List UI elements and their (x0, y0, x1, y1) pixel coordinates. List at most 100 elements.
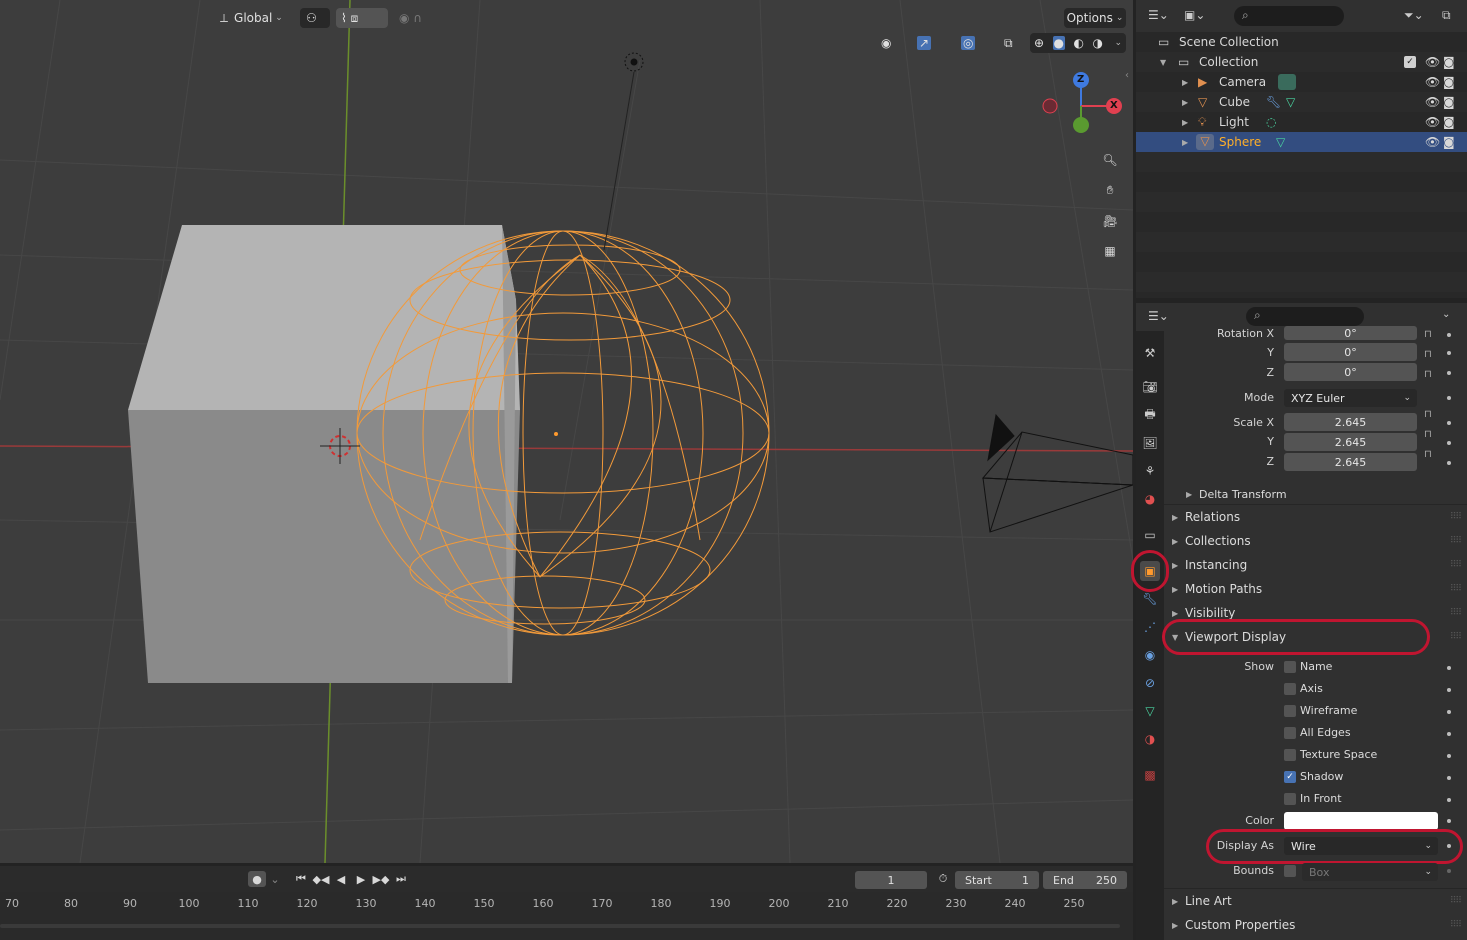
keyframe-dot[interactable] (1447, 371, 1451, 375)
timeline-ruler[interactable]: 70 80 90 100 110 120 130 140 150 160 170… (0, 892, 1133, 940)
drag-handle-icon[interactable]: ⠿⠿ (1450, 896, 1462, 906)
mesh-data-icon[interactable]: ▽ (1276, 135, 1285, 149)
mesh-data-icon[interactable]: ▽ (1286, 95, 1295, 109)
keyframe-dot[interactable] (1447, 688, 1451, 692)
show-shadow-checkbox[interactable]: ✓ (1284, 771, 1296, 783)
data-tab-icon[interactable]: ▽ (1140, 701, 1160, 721)
next-keyframe-icon[interactable]: ▶◆ (372, 871, 390, 887)
scene-tab-icon[interactable]: ⚘ (1140, 461, 1160, 481)
constraints-tab-icon[interactable]: ⊘ (1140, 673, 1160, 693)
3d-viewport[interactable]: Z X ⟂ Global ⌄ ⚇ ⌇ ⧈ ◉ ∩ Options ⌄ ◉ ↗ ◎… (0, 0, 1133, 863)
keyframe-dot[interactable] (1447, 666, 1451, 670)
keyframe-dot[interactable] (1447, 776, 1451, 780)
scale-x-field[interactable]: 2.645 (1284, 413, 1417, 431)
rendered-shading-icon[interactable]: ◑ (1092, 36, 1102, 50)
keyframe-dot[interactable] (1447, 351, 1451, 355)
viewport-scene[interactable] (0, 0, 1133, 863)
material-tab-icon[interactable]: ◑ (1140, 729, 1160, 749)
prev-keyframe-icon[interactable]: ◆◀ (312, 871, 330, 887)
drag-handle-icon[interactable]: ⠿⠿ (1450, 608, 1462, 618)
drag-handle-icon[interactable]: ⠿⠿ (1450, 560, 1462, 570)
keyframe-dot[interactable] (1447, 710, 1451, 714)
particles-tab-icon[interactable]: ⋰ (1140, 617, 1160, 637)
light-data-icon[interactable]: ◌ (1266, 115, 1276, 129)
subpanel-delta-transform[interactable]: ▶ Delta Transform (1164, 483, 1467, 505)
stopwatch-icon[interactable]: ⏱ (934, 871, 952, 887)
show-in-front-checkbox[interactable] (1284, 793, 1296, 805)
output-tab-icon[interactable]: 🖶 (1140, 405, 1160, 425)
outliner-row-sphere[interactable]: ▶ ▽ Sphere ▽ 👁︎ ◙ (1136, 132, 1467, 152)
transform-orientation-dropdown[interactable]: ⟂ Global ⌄ (216, 8, 294, 28)
show-texture-space-checkbox[interactable] (1284, 749, 1296, 761)
drag-handle-icon[interactable]: ⠿⠿ (1450, 920, 1462, 930)
outliner-row-cube[interactable]: ▶ ▽ Cube 🔧︎ ▽ 👁︎ ◙ (1136, 92, 1467, 112)
panel-line-art[interactable]: ▶ Line Art ⠿⠿ (1164, 890, 1467, 912)
solid-shading-icon[interactable]: ● (1052, 36, 1066, 50)
play-icon[interactable]: ▶ (352, 871, 370, 887)
new-collection-icon[interactable]: ⧉ (1442, 8, 1451, 23)
xray-toggle[interactable]: ⧉ (1004, 33, 1024, 53)
pivot-point-dropdown[interactable]: ⚇ (300, 8, 330, 28)
camera-render-icon[interactable]: ◙ (1443, 135, 1455, 149)
keyframe-dot[interactable] (1447, 396, 1451, 400)
chevron-down-icon[interactable]: ⌄ (266, 871, 284, 887)
keyframe-dot[interactable] (1447, 441, 1451, 445)
texture-tab-icon[interactable]: ▩ (1140, 765, 1160, 785)
camera-render-icon[interactable]: ◙ (1443, 55, 1455, 69)
editor-type-icon[interactable]: ☰⌄ (1148, 8, 1169, 22)
gizmo-toggle[interactable]: ↗ (914, 33, 954, 53)
collection-tab-icon[interactable]: ▭ (1140, 525, 1160, 545)
display-mode-icon[interactable]: ▣⌄ (1184, 8, 1205, 22)
scale-y-field[interactable]: 2.645 (1284, 433, 1417, 451)
show-all-edges-checkbox[interactable] (1284, 727, 1296, 739)
editor-type-icon[interactable]: ☰⌄ (1148, 309, 1169, 323)
camera-data-icon[interactable] (1278, 74, 1296, 90)
zoom-icon[interactable]: 🔍︎ (1097, 147, 1123, 173)
camera-view-icon[interactable]: 🎥︎ (1097, 208, 1123, 234)
options-dropdown[interactable]: Options ⌄ (1064, 8, 1126, 28)
snap-toggle[interactable]: ⌇ ⧈ (336, 8, 388, 28)
current-frame-field[interactable]: 1 (855, 871, 927, 889)
wireframe-shading-icon[interactable]: ⊕ (1034, 36, 1044, 50)
scale-z-field[interactable]: 2.645 (1284, 453, 1417, 471)
bounds-type-dropdown[interactable]: Box ⌄ (1302, 863, 1438, 881)
modifier-tab-icon[interactable]: 🔧︎ (1140, 589, 1160, 609)
jump-end-icon[interactable]: ⏭ (392, 871, 410, 887)
drag-handle-icon[interactable]: ⠿⠿ (1450, 632, 1462, 642)
start-frame-field[interactable]: Start 1 (955, 871, 1039, 889)
panel-custom-properties[interactable]: ▶ Custom Properties ⠿⠿ (1164, 914, 1467, 936)
wrench-modifier-icon[interactable]: 🔧︎ (1266, 95, 1281, 109)
render-tab-icon[interactable]: 📷︎ (1140, 377, 1160, 397)
camera-render-icon[interactable]: ◙ (1443, 95, 1455, 109)
material-shading-icon[interactable]: ◐ (1074, 36, 1084, 50)
rotation-y-field[interactable]: 0° (1284, 343, 1417, 361)
exclude-checkbox[interactable]: ✓ (1404, 56, 1416, 68)
drag-handle-icon[interactable]: ⠿⠿ (1450, 512, 1462, 522)
eye-icon[interactable]: 👁︎ (1425, 135, 1440, 149)
show-axis-checkbox[interactable] (1284, 683, 1296, 695)
outliner-row-light[interactable]: ▶ 💡︎ Light ◌ 👁︎ ◙ (1136, 112, 1467, 132)
outliner-search-input[interactable]: ⌕ (1234, 6, 1344, 26)
drag-handle-icon[interactable]: ⠿⠿ (1450, 536, 1462, 546)
show-wireframe-checkbox[interactable] (1284, 705, 1296, 717)
rotation-z-field[interactable]: 0° (1284, 363, 1417, 381)
world-tab-icon[interactable]: ◕ (1140, 489, 1160, 509)
rotation-x-field[interactable]: 0° (1284, 326, 1417, 340)
record-icon[interactable]: ● (248, 871, 266, 887)
shading-mode-buttons[interactable]: ⊕ ● ◐ ◑ ⌄ (1030, 33, 1126, 53)
expand-right-icon[interactable]: ▶ (1182, 78, 1188, 87)
properties-search-input[interactable]: ⌕ (1246, 307, 1364, 326)
keyframe-dot[interactable] (1447, 754, 1451, 758)
camera-render-icon[interactable]: ◙ (1443, 75, 1455, 89)
keyframe-dot[interactable] (1447, 421, 1451, 425)
tool-tab-icon[interactable]: ⚒ (1140, 343, 1160, 363)
expand-down-icon[interactable]: ▼ (1160, 58, 1166, 67)
show-name-checkbox[interactable] (1284, 661, 1296, 673)
outliner-row-camera[interactable]: ▶ ▶ Camera 👁︎ ◙ (1136, 72, 1467, 92)
drag-handle-icon[interactable]: ⠿⠿ (1450, 584, 1462, 594)
view-layer-tab-icon[interactable]: 🖼︎ (1140, 433, 1160, 453)
keyframe-dot[interactable] (1447, 798, 1451, 802)
filter-icon[interactable]: ⏷⌄ (1404, 8, 1424, 23)
keyframe-dot[interactable] (1447, 333, 1451, 337)
panel-motion-paths[interactable]: ▶ Motion Paths ⠿⠿ (1164, 578, 1467, 600)
